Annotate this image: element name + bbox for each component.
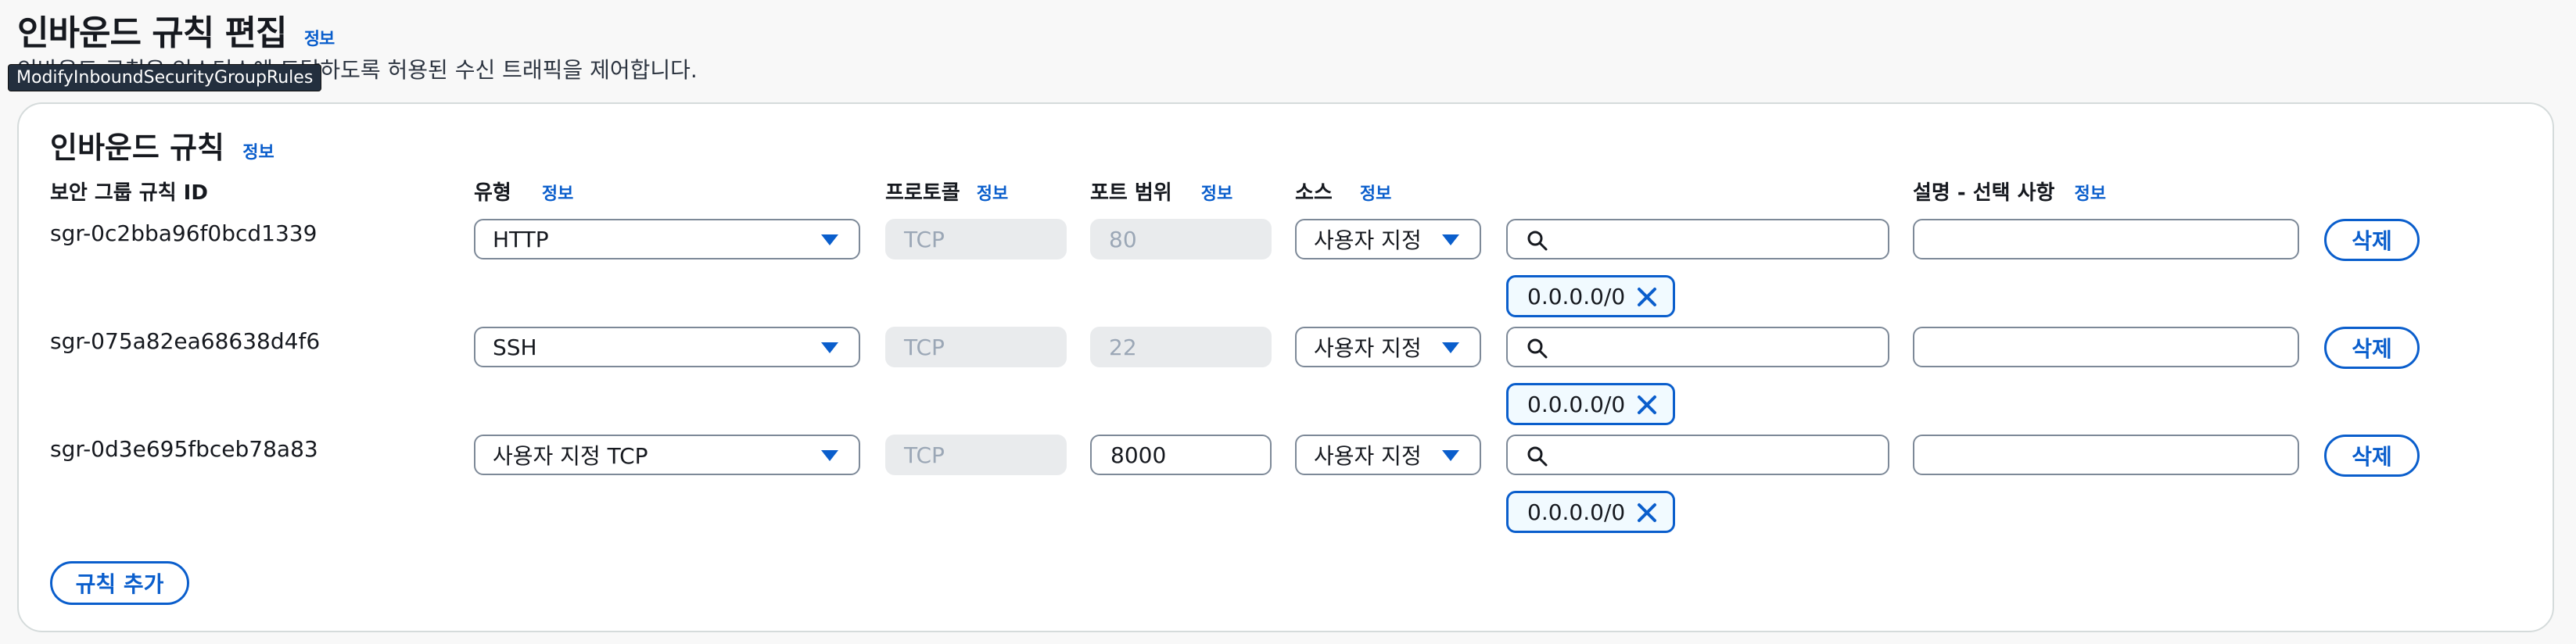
cidr-token-label: 0.0.0.0/0	[1527, 283, 1626, 309]
cidr-token: 0.0.0.0/0	[1506, 275, 1675, 317]
info-link[interactable]: 정보	[977, 184, 1008, 204]
panel-title-text: 인바운드 규칙	[50, 131, 224, 165]
type-select-value: HTTP	[493, 226, 549, 252]
col-header-protocol-label: 프로토콜	[885, 181, 960, 205]
delete-button[interactable]: 삭제	[2324, 435, 2420, 477]
search-icon	[1527, 231, 1548, 251]
source-search-input[interactable]	[1506, 435, 1889, 475]
caret-down-icon	[1442, 450, 1459, 461]
info-link[interactable]: 정보	[2075, 184, 2106, 204]
source-select-value: 사용자 지정	[1314, 443, 1422, 469]
source-select-value: 사용자 지정	[1314, 227, 1422, 253]
type-select[interactable]: SSH	[474, 327, 860, 367]
col-header-rule-id: 보안 그룹 규칙 ID	[50, 181, 208, 205]
rule-id: sgr-075a82ea68638d4f6	[50, 328, 321, 354]
close-icon[interactable]	[1635, 285, 1659, 309]
protocol-field: TCP	[885, 327, 1067, 367]
caret-down-icon	[1442, 342, 1459, 353]
source-search-input[interactable]	[1506, 219, 1889, 259]
caret-down-icon	[821, 234, 838, 245]
info-link[interactable]: 정보	[1360, 184, 1391, 204]
port-range-input[interactable]: 8000	[1090, 435, 1272, 475]
protocol-field: TCP	[885, 219, 1067, 259]
caret-down-icon	[821, 450, 838, 461]
col-header-port-range: 포트 범위 정보	[1090, 177, 1232, 206]
cidr-token: 0.0.0.0/0	[1506, 383, 1675, 425]
rule-id: sgr-0d3e695fbceb78a83	[50, 436, 318, 462]
col-header-source: 소스 정보	[1295, 177, 1391, 206]
add-rule-button[interactable]: 규칙 추가	[50, 561, 189, 605]
description-input[interactable]	[1913, 327, 2299, 367]
caret-down-icon	[1442, 234, 1459, 245]
col-header-port-label: 포트 범위	[1090, 181, 1172, 205]
delete-button[interactable]: 삭제	[2324, 219, 2420, 261]
delete-button[interactable]: 삭제	[2324, 327, 2420, 369]
col-header-source-label: 소스	[1295, 181, 1333, 205]
description-input[interactable]	[1913, 219, 2299, 259]
protocol-field: TCP	[885, 435, 1067, 475]
port-range-field: 80	[1090, 219, 1272, 259]
source-select[interactable]: 사용자 지정	[1295, 219, 1481, 259]
search-icon	[1527, 338, 1548, 359]
info-link[interactable]: 정보	[1201, 184, 1232, 204]
tooltip: ModifyInboundSecurityGroupRules	[8, 64, 322, 91]
type-select[interactable]: HTTP	[474, 219, 860, 259]
info-link[interactable]: 정보	[304, 30, 335, 49]
col-header-type: 유형 정보	[474, 177, 573, 206]
info-link[interactable]: 정보	[542, 184, 573, 204]
inbound-rules-panel	[17, 102, 2554, 632]
source-search-input[interactable]	[1506, 327, 1889, 367]
page-title: 인바운드 규칙 편집 정보	[17, 5, 335, 55]
source-select[interactable]: 사용자 지정	[1295, 435, 1481, 475]
info-link[interactable]: 정보	[242, 143, 274, 163]
source-select[interactable]: 사용자 지정	[1295, 327, 1481, 367]
description-input[interactable]	[1913, 435, 2299, 475]
close-icon[interactable]	[1635, 501, 1659, 524]
panel-title: 인바운드 규칙 정보	[50, 123, 274, 166]
caret-down-icon	[821, 342, 838, 353]
type-select-value: SSH	[493, 334, 537, 360]
search-icon	[1527, 446, 1548, 467]
col-header-description: 설명 - 선택 사항 정보	[1913, 177, 2106, 206]
rule-id: sgr-0c2bba96f0bcd1339	[50, 220, 318, 246]
cidr-token: 0.0.0.0/0	[1506, 491, 1675, 533]
cidr-token-label: 0.0.0.0/0	[1527, 391, 1626, 417]
cidr-token-label: 0.0.0.0/0	[1527, 499, 1626, 525]
col-header-type-label: 유형	[474, 181, 511, 205]
page-title-text: 인바운드 규칙 편집	[17, 13, 287, 53]
source-select-value: 사용자 지정	[1314, 335, 1422, 361]
col-header-protocol: 프로토콜 정보	[885, 177, 1008, 206]
col-header-description-label: 설명 - 선택 사항	[1913, 181, 2055, 205]
type-select[interactable]: 사용자 지정 TCP	[474, 435, 860, 475]
port-range-field: 22	[1090, 327, 1272, 367]
type-select-value: 사용자 지정 TCP	[493, 443, 648, 469]
close-icon[interactable]	[1635, 393, 1659, 417]
